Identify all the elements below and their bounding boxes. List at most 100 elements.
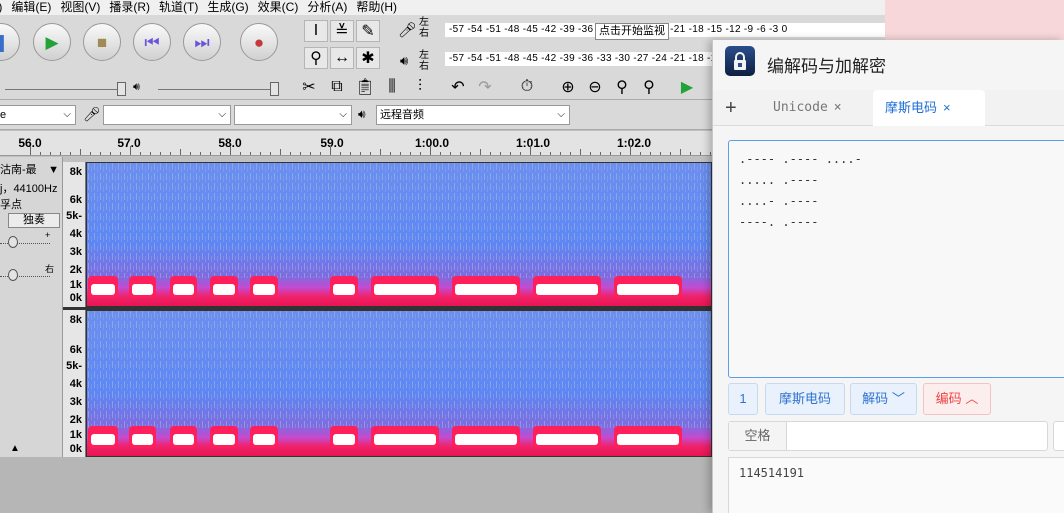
zoom-in-button[interactable]: ⊕ [556,76,580,98]
channels-select[interactable]: ⌵ [234,105,352,125]
lock-icon [725,46,755,76]
record-device-select[interactable]: ⌵ [103,105,231,125]
ruler-tick [660,152,661,155]
play-at-speed-button[interactable]: ▶ [675,76,699,98]
record-volume-knob[interactable] [117,82,126,96]
ruler-label: 57.0 [117,136,141,150]
track-name-menu[interactable]: 沽南-最 ▼ [0,163,62,177]
draw-tool[interactable]: ✎ [356,20,380,42]
encode-button[interactable]: 编码 ︿ [923,383,991,415]
skip-end-button[interactable]: ⏭ [183,23,221,61]
pause-button[interactable]: ❚ [0,23,20,61]
ruler-tick [140,152,141,155]
silence-button[interactable]: ⫶ [408,76,432,98]
ruler-label: 1:00.0 [414,136,450,150]
chevron-down-icon: ⌵ [339,109,347,120]
trim-button[interactable]: ⫼ [380,76,404,98]
spectrogram-right-channel[interactable] [86,310,712,457]
close-icon[interactable]: × [834,100,842,115]
skip-start-button[interactable]: ⏮ [133,23,171,61]
decode-button[interactable]: 解码 ﹀ [850,383,917,415]
tone-bar [173,284,194,295]
track-control-panel: 沽南-最 ▼ j，44100Hz 孚点 独奏 + 右 ▲ [0,157,63,457]
empty-track-area[interactable] [0,457,712,513]
gain-slider[interactable]: + [0,230,55,250]
ruler-tick [630,146,631,155]
ruler-tick [510,152,511,155]
menu-file[interactable]: 文件(F) [0,0,8,15]
ruler-tick [710,152,711,155]
timeline-ruler[interactable]: 56.0 57.0 58.0 59.0 1:00.0 1:01.0 1:02.0 [0,131,712,156]
cut-button[interactable]: ✂ [297,76,321,98]
menu-generate[interactable]: 生成(G) [204,0,254,15]
zoom-in-icon: ⊕ [561,79,575,96]
audacity-menubar: 文件(F) 编辑(E) 视图(V) 播录(R) 轨道(T) 生成(G) 效果(C… [0,0,885,15]
menu-edit[interactable]: 编辑(E) [8,0,57,15]
timeshift-tool[interactable]: ↔ [330,47,354,69]
ruler-tick [160,152,161,155]
menu-analyze[interactable]: 分析(A) [304,0,353,15]
pan-slider[interactable]: 右 [0,264,55,283]
tone-bar [536,434,598,445]
record-meter-lr: 左右 [419,17,429,39]
tab-unicode[interactable]: Unicode × [761,90,854,126]
solo-button[interactable]: 独奏 [8,213,60,228]
host-select[interactable]: e ⌵ [0,105,76,125]
redo-button[interactable]: ↷ [473,76,497,98]
ruler-tick [470,152,471,155]
ruler-tick [150,152,151,155]
ruler-label: 1:01.0 [515,136,551,150]
ruler-tick [270,152,271,155]
spectrogram-left-channel[interactable] [86,162,712,307]
mode-button[interactable]: 摩斯电码 [765,383,845,415]
ruler-tick [190,152,191,155]
sync-lock-button[interactable]: ⏱ [515,76,539,98]
fit-selection-button[interactable]: ⚲ [610,76,634,98]
playback-volume-slider[interactable] [158,89,278,90]
ruler-tick [90,152,91,155]
menu-view[interactable]: 视图(V) [57,0,106,15]
playback-volume-knob[interactable] [270,82,279,96]
fit-project-button[interactable]: ⚲ [637,76,661,98]
collapse-track-icon[interactable]: ▲ [10,443,20,454]
close-icon[interactable]: × [943,100,951,115]
copy-button[interactable]: ⧉ [325,76,349,98]
separator-field[interactable]: 空格 [728,421,1048,451]
ruler-tick [670,152,671,155]
pan-knob[interactable] [8,269,18,281]
paste-button[interactable]: 📋︎ [353,76,377,98]
menu-transport[interactable]: 播录(R) [106,0,156,15]
stop-button[interactable]: ■ [83,23,121,61]
record-button[interactable]: ● [240,23,278,61]
ruler-tick [680,149,681,155]
pencil-icon: ✎ [361,23,375,40]
input-textarea[interactable]: 114514191 [728,457,1064,513]
count-button[interactable]: 1 [728,383,758,415]
zoom-out-button[interactable]: ⊖ [583,76,607,98]
menu-tracks[interactable]: 轨道(T) [156,0,204,15]
undo-button[interactable]: ↶ [446,76,470,98]
multi-tool[interactable]: ✱ [356,47,380,69]
menu-effect[interactable]: 效果(C) [255,0,305,15]
start-monitoring-button[interactable]: 点击开始监视 [595,23,669,40]
multi-tool-icon: ✱ [361,50,375,67]
record-volume-slider[interactable] [5,89,125,90]
tab-morse[interactable]: 摩斯电码 × [873,90,985,126]
ruler-tick [490,152,491,155]
tone-bar [253,434,275,445]
gain-knob[interactable] [8,236,18,248]
play-button[interactable]: ▶ [33,23,71,61]
zoom-tool[interactable]: ⚲ [304,47,328,69]
ruler-tick [690,152,691,155]
morse-output-textarea[interactable]: .---- .---- ....- ..... .---- ....- .---… [728,140,1064,378]
add-tab-button[interactable]: + [725,97,737,120]
ruler-tick [180,149,181,155]
envelope-icon: ≚ [335,23,349,40]
selection-tool[interactable]: I [304,20,328,42]
tone-bar [132,434,153,445]
playback-device-select[interactable]: 远程音频 ⌵ [376,105,570,125]
menu-help[interactable]: 帮助(H) [353,0,403,15]
frequency-axis-top: 8k 6k 5k- 4k 3k 2k 1k 0k [63,162,86,307]
envelope-tool[interactable]: ≚ [330,20,354,42]
separator-extra-button[interactable] [1053,421,1064,451]
